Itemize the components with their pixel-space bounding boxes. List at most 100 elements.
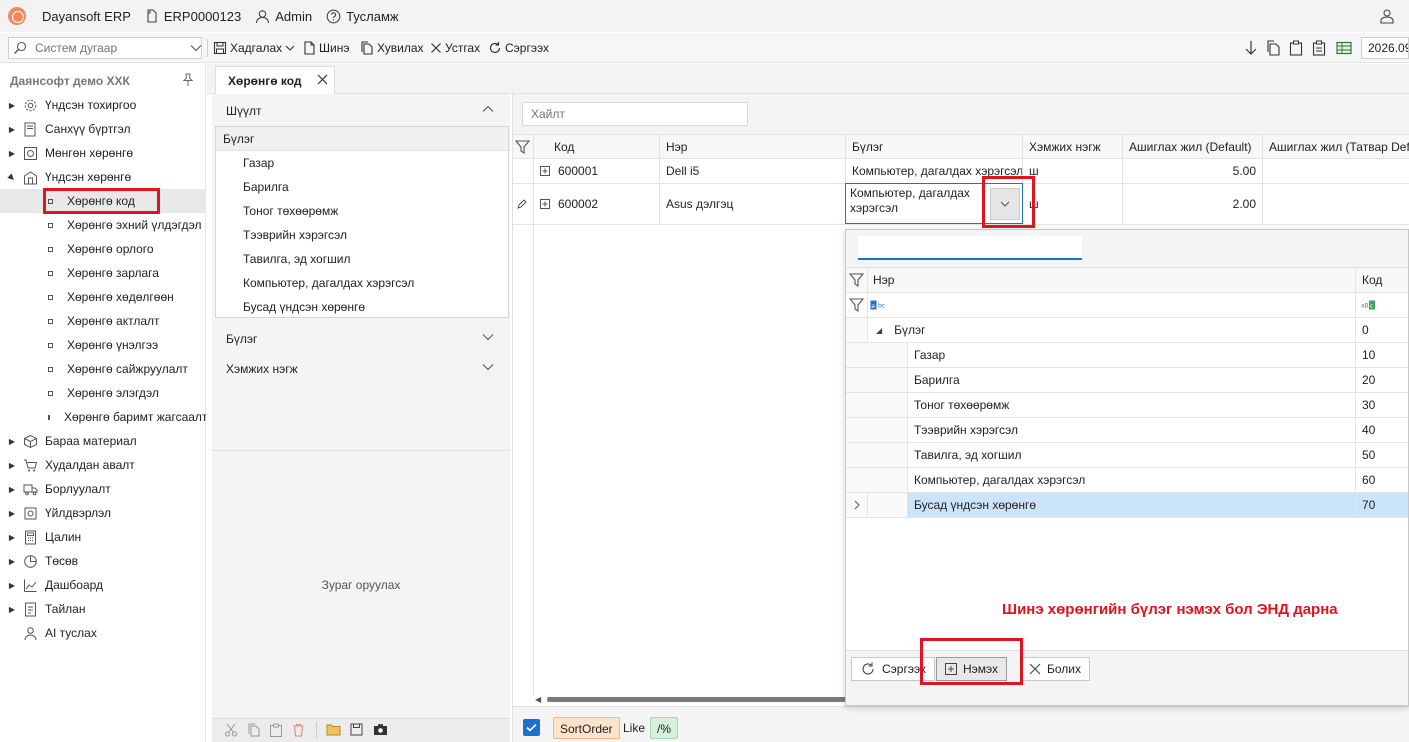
row-tax-life-cell[interactable] (1263, 159, 1409, 183)
popup-tree-row[interactable]: Барилга 20 (846, 368, 1408, 393)
popup-tree-row[interactable]: Тавилга, эд хогшил 50 (846, 443, 1408, 468)
scrollbar-thumb[interactable] (547, 697, 857, 702)
sidebar-item-dashboard[interactable]: ▶ Дашбоард (0, 573, 206, 597)
table-row[interactable]: 600001 Dell i5 Компьютер, дагалдах хэрэг… (513, 159, 1409, 184)
cut-icon[interactable] (224, 723, 238, 737)
filter-operator-chip[interactable]: Like (617, 717, 651, 739)
expand-arrow-icon[interactable]: ▶ (5, 437, 19, 446)
sidebar-item-payroll[interactable]: ▶ Цалин (0, 525, 206, 549)
list-item[interactable]: Бусад үндсэн хөрөнгө (216, 295, 508, 319)
popup-item-code[interactable]: 50 (1356, 443, 1408, 467)
image-upload-area[interactable]: Зураг оруулах (212, 450, 510, 718)
grid-filter-toggle[interactable] (513, 135, 534, 158)
sidebar-item-general-settings[interactable]: ▶ Үндсэн тохиргоо (0, 93, 206, 117)
paste-button[interactable] (1289, 38, 1303, 58)
collapse-arrow-icon[interactable]: ◢ (876, 326, 882, 335)
chevron-down-icon[interactable] (190, 44, 202, 52)
expand-arrow-icon[interactable]: ▶ (5, 509, 19, 518)
expand-plus-icon[interactable] (540, 166, 550, 176)
row-unit-cell[interactable]: ш (1023, 184, 1123, 224)
popup-tree-root-row[interactable]: ◢ Бүлэг 0 (846, 318, 1408, 343)
row-code-cell[interactable]: 600001 (534, 159, 660, 183)
doc-id-item[interactable]: ERP0000123 (145, 9, 241, 24)
expand-arrow-icon[interactable]: ▶ (5, 101, 19, 110)
chevron-up-icon[interactable] (482, 105, 494, 113)
popup-item-name[interactable]: Компьютер, дагалдах хэрэгсэл (908, 468, 1356, 492)
sidebar-child-asset-writeoff[interactable]: Хөрөнгө актлалт (0, 309, 206, 333)
sidebar-item-ai-assistant[interactable]: AI туслах (0, 621, 206, 645)
group-section-header[interactable]: Бүлэг (212, 324, 510, 354)
user-item[interactable]: Admin (255, 9, 312, 24)
search-input[interactable] (35, 41, 190, 55)
expand-arrow-icon[interactable]: ▶ (5, 557, 19, 566)
list-item[interactable]: Компьютер, дагалдах хэрэгсэл (216, 271, 508, 295)
pin-icon[interactable] (182, 73, 194, 87)
expand-arrow-icon[interactable]: ▶ (5, 125, 19, 134)
save-button[interactable]: Хадгалах (213, 38, 295, 58)
list-item[interactable]: Барилга (216, 175, 508, 199)
sidebar-child-opening-balance[interactable]: Хөрөнгө эхний үлдэгдэл (0, 213, 206, 237)
popup-column-header-name[interactable]: Нэр (868, 268, 1356, 292)
sidebar-item-accounting[interactable]: ▶ Санхүү бүртгэл (0, 117, 206, 141)
filter-section-header[interactable]: Шүүлт (212, 96, 510, 126)
filter-value-chip[interactable]: /% (650, 717, 679, 739)
delete-button[interactable]: Устгах (430, 38, 480, 58)
help-item[interactable]: Тусламж (326, 9, 399, 24)
list-item[interactable]: Тоног төхөөрөмж (216, 199, 508, 223)
row-life-cell[interactable]: 5.00 (1123, 159, 1263, 183)
popup-item-name[interactable]: Тавилга, эд хогшил (908, 443, 1356, 467)
tab-asset-code[interactable]: Хөрөнгө код (215, 66, 335, 94)
popup-tree-row[interactable]: Газар 10 (846, 343, 1408, 368)
popup-root-name[interactable]: ◢ Бүлэг (868, 318, 1356, 342)
expand-arrow-icon[interactable]: ▶ (5, 581, 19, 590)
sidebar-child-asset-receipt[interactable]: Хөрөнгө орлого (0, 237, 206, 261)
unit-section-header[interactable]: Хэмжих нэгж (212, 354, 510, 384)
period-date-field[interactable]: 2026.09 (1361, 37, 1409, 59)
row-life-cell[interactable]: 2.00 (1123, 184, 1263, 224)
chevron-down-icon[interactable] (285, 45, 295, 52)
popup-item-name[interactable]: Барилга (908, 368, 1356, 392)
popup-tree-row[interactable]: Тээврийн хэрэгсэл 40 (846, 418, 1408, 443)
paste-special-button[interactable] (1312, 38, 1326, 58)
popup-item-code[interactable]: 20 (1356, 368, 1408, 392)
row-name-cell[interactable]: Dell i5 (660, 159, 846, 183)
camera-icon[interactable] (373, 723, 388, 736)
expand-arrow-icon[interactable]: ▶ (5, 461, 19, 470)
popup-item-name[interactable]: Тоног төхөөрөмж (908, 393, 1356, 417)
popup-tree-row[interactable]: Тоног төхөөрөмж 30 (846, 393, 1408, 418)
download-button[interactable] (1244, 38, 1258, 58)
save-icon[interactable] (350, 723, 363, 736)
list-item[interactable]: Тээврийн хэрэгсэл (216, 223, 508, 247)
new-button[interactable]: Шинэ (303, 38, 349, 58)
grid-search-input[interactable] (522, 102, 748, 126)
sidebar-item-inventory[interactable]: ▶ Бараа материал (0, 429, 206, 453)
popup-item-code[interactable]: 30 (1356, 393, 1408, 417)
popup-item-name[interactable]: Тээврийн хэрэгсэл (908, 418, 1356, 442)
row-unit-cell[interactable]: ш (1023, 159, 1123, 183)
popup-item-code[interactable]: 40 (1356, 418, 1408, 442)
popup-tree-row-selected[interactable]: Бусад үндсэн хөрөнгө 70 (846, 493, 1408, 518)
sidebar-child-document-list[interactable]: Хөрөнгө баримт жагсаалт (0, 405, 206, 429)
column-header-code[interactable]: Код (534, 135, 660, 158)
popup-filter-toggle[interactable] (846, 268, 868, 292)
popup-item-name[interactable]: Газар (908, 343, 1356, 367)
paste-icon[interactable] (269, 723, 283, 737)
popup-root-code[interactable]: 0 (1356, 318, 1408, 342)
group-filter-header[interactable]: Бүлэг (216, 127, 508, 151)
popup-column-header-code[interactable]: Код (1356, 268, 1408, 292)
list-item[interactable]: Тавилга, эд хогшил (216, 247, 508, 271)
expand-arrow-icon[interactable]: ▶ (5, 605, 19, 614)
sidebar-child-asset-valuation[interactable]: Хөрөнгө үнэлгээ (0, 333, 206, 357)
sidebar-item-sales[interactable]: ▶ Борлуулалт (0, 477, 206, 501)
chevron-down-icon[interactable] (482, 333, 494, 341)
filter-enabled-checkbox[interactable] (523, 719, 540, 736)
popup-item-code[interactable]: 70 (1356, 493, 1408, 517)
sidebar-item-production[interactable]: ▶ Үйлдвэрлэл (0, 501, 206, 525)
popup-item-name[interactable]: Бусад үндсэн хөрөнгө (908, 493, 1356, 517)
column-header-useful-life[interactable]: Ашиглах жил (Default) (1123, 135, 1263, 158)
list-item[interactable]: Газар (216, 151, 508, 175)
trash-icon[interactable] (292, 723, 305, 737)
expand-arrow-icon[interactable]: ▶ (5, 149, 19, 158)
column-header-group[interactable]: Бүлэг (846, 135, 1023, 158)
sidebar-child-asset-issue[interactable]: Хөрөнгө зарлага (0, 261, 206, 285)
